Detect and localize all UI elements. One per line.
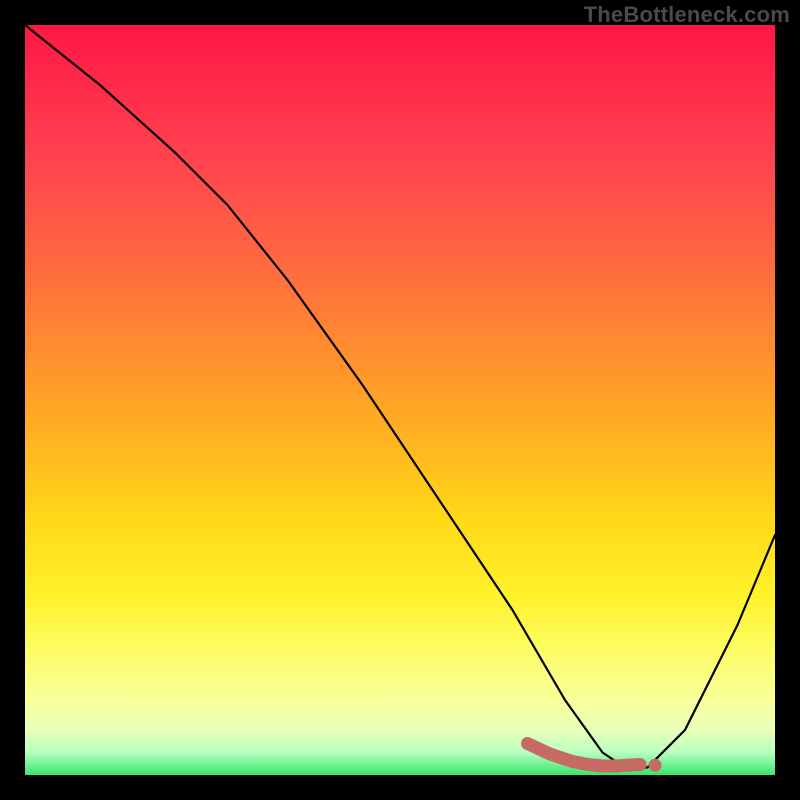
chart-frame: TheBottleneck.com [0, 0, 800, 800]
optimal-range-marker [528, 744, 641, 767]
bottleneck-curve [25, 25, 775, 768]
gradient-plot-area [25, 25, 775, 775]
optimal-point-dot [649, 759, 662, 772]
curve-svg [25, 25, 775, 775]
